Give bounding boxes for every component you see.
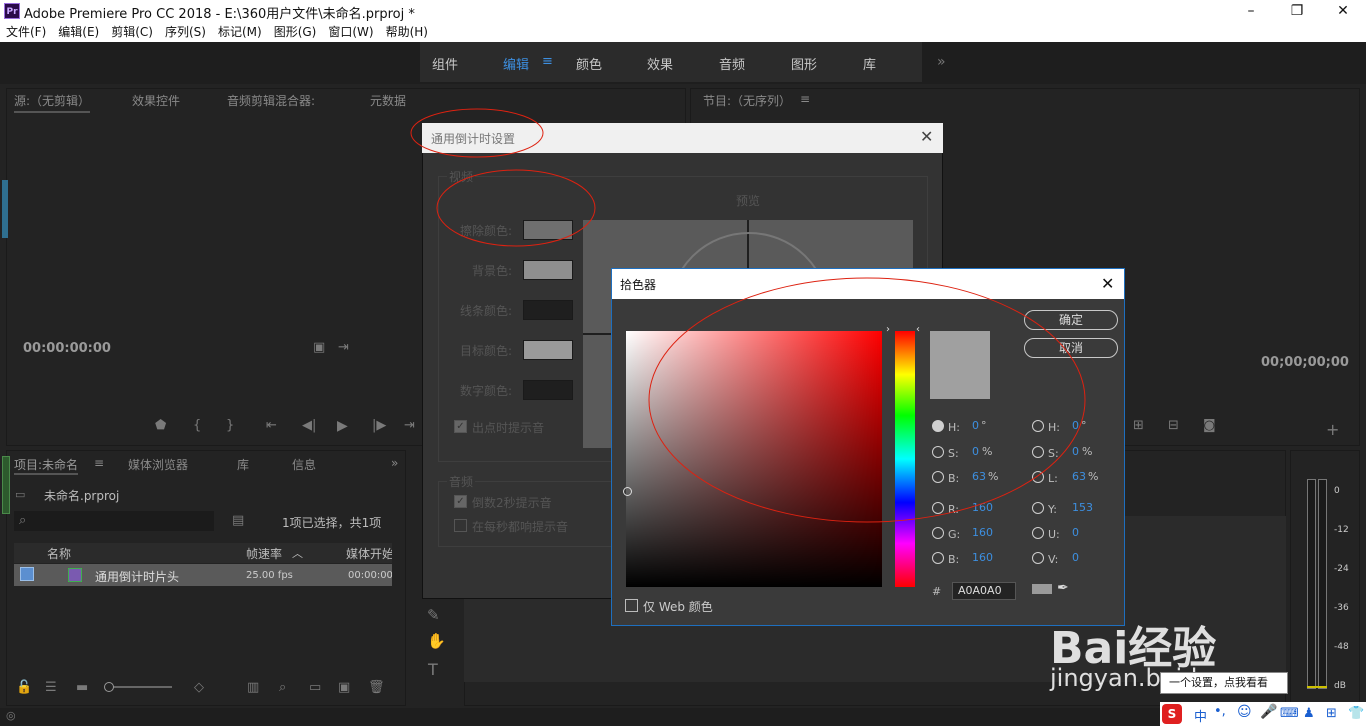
lang-zh-icon[interactable]: 中 <box>1194 706 1207 725</box>
emoji-icon[interactable]: ☺ <box>1237 704 1252 720</box>
skin-icon[interactable]: ♟ <box>1303 706 1315 721</box>
annotation-ellipse <box>436 169 596 247</box>
annotation-ellipse <box>648 277 1086 523</box>
sogou-icon[interactable]: S <box>1162 704 1182 724</box>
microphone-icon[interactable]: 🎤 <box>1260 704 1277 720</box>
punctuation-icon[interactable]: •, <box>1214 704 1226 719</box>
keyboard-icon[interactable]: ⌨ <box>1280 706 1299 721</box>
toolbox-icon[interactable]: ⊞ <box>1326 706 1337 721</box>
tooltip: 一个设置，点我看看 <box>1160 672 1288 694</box>
annotation-ellipse <box>410 108 544 158</box>
shirt-icon[interactable]: 👕 <box>1348 706 1364 721</box>
